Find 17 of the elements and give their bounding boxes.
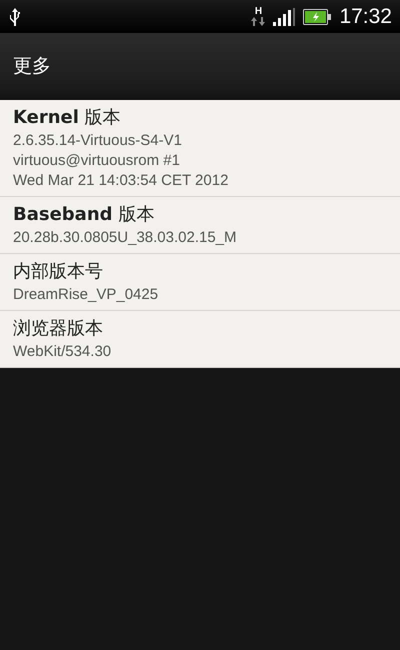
setting-value: 20.28b.30.0805U_38.03.02.15_M <box>13 228 238 248</box>
setting-value: WebKit/534.30 <box>13 342 112 362</box>
setting-title: 内部版本号 <box>13 260 104 284</box>
signal-icon <box>273 8 296 26</box>
network-type-label: H <box>254 7 262 17</box>
setting-value: DreamRise_VP_0425 <box>13 285 160 305</box>
clock-time: 17:32 <box>339 4 392 30</box>
setting-title: Baseband 版本 <box>13 203 156 227</box>
setting-value: 2.6.35.14-Virtuous-S4-V1 <box>13 131 183 151</box>
data-arrows-icon <box>251 17 266 26</box>
setting-value: Wed Mar 21 14:03:54 CET 2012 <box>13 171 230 191</box>
usb-icon <box>8 6 22 26</box>
battery-icon <box>303 8 332 24</box>
screen-title: 更多 <box>13 54 51 80</box>
setting-title: 浏览器版本 <box>13 317 104 341</box>
setting-title: Kernel 版本 <box>13 106 122 130</box>
setting-value: virtuous@virtuousrom #1 <box>13 151 181 171</box>
